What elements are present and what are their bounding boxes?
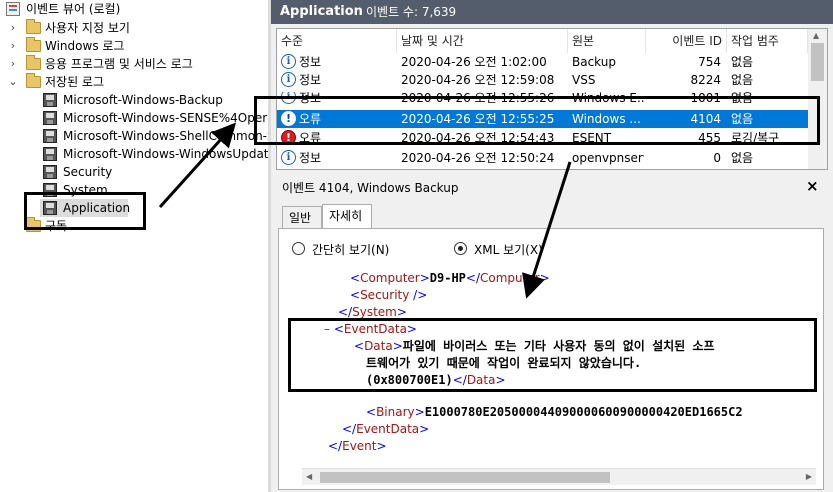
tree-item-saved-log[interactable]: Microsoft-Windows-WindowsUpdateC (0, 145, 268, 163)
scroll-right-icon[interactable]: ▶ (806, 472, 812, 481)
scroll-up-icon[interactable]: ▲ (813, 31, 819, 40)
tree-item-saved-log[interactable]: Microsoft-Windows-ShellCommon-St (0, 127, 268, 145)
folder-open-icon (26, 73, 41, 88)
event-row[interactable]: i 정보 2020-04-26 오전 12:59:08 VSS 8224 없음 (277, 71, 808, 89)
radio-friendly-label: 간단히 보기(N) (312, 243, 390, 257)
log-file-icon (43, 147, 57, 161)
column-header-level[interactable]: 수준 (277, 29, 397, 53)
tree-item-saved-log[interactable]: Microsoft-Windows-Backup (0, 91, 268, 109)
event-viewer-icon (6, 2, 20, 16)
scroll-left-icon[interactable]: ◀ (306, 472, 312, 481)
tree-item-custom-views[interactable]: › 사용자 지정 보기 (0, 19, 268, 37)
radio-friendly-view[interactable] (292, 242, 305, 255)
folder-icon (26, 19, 41, 34)
info-icon: i (281, 72, 296, 87)
column-header-task-category[interactable]: 작업 범주 (727, 29, 808, 53)
column-header-event-id[interactable]: 이벤트 ID (646, 29, 727, 53)
xml-security-line: <Security /> (350, 288, 428, 302)
xml-event-close: </Event> (328, 439, 387, 453)
chevron-right-icon[interactable]: › (8, 55, 18, 73)
tree-item-app-service-logs[interactable]: › 응용 프로그램 및 서비스 로그 (0, 55, 268, 73)
info-icon: i (281, 150, 296, 165)
list-scroll-thumb[interactable] (811, 43, 824, 81)
event-row[interactable]: i 정보 2020-04-26 오전 1:02:00 Backup 754 없음 (277, 53, 808, 71)
chevron-right-icon[interactable]: › (8, 37, 18, 55)
chevron-right-icon[interactable]: › (8, 19, 18, 37)
tree-item-saved-log[interactable]: Security (0, 163, 268, 181)
event-tree-pane: 이벤트 뷰어 (로컬) › 사용자 지정 보기 › Windows 로그 › 응… (0, 0, 268, 492)
log-file-icon (43, 165, 57, 179)
radio-xml-label: XML 보기(X) (474, 243, 543, 257)
column-header-datetime[interactable]: 날짜 및 시간 (397, 29, 568, 53)
chevron-down-icon[interactable]: ⌄ (8, 73, 18, 91)
tree-root[interactable]: 이벤트 뷰어 (로컬) (0, 0, 268, 18)
xml-horizontal-scrollbar[interactable]: ◀ ▶ (302, 468, 816, 485)
tree-item-saved-logs[interactable]: ⌄ 저장된 로그 (0, 73, 268, 91)
tab-details[interactable]: 자세히 (322, 204, 372, 228)
column-header-source[interactable]: 원본 (568, 29, 646, 53)
highlight-box-error-row (254, 96, 820, 145)
highlight-box-eventdata (288, 318, 817, 392)
event-detail-header: 이벤트 4104, Windows Backup × (276, 177, 828, 197)
event-detail-title: 이벤트 4104, Windows Backup (282, 181, 459, 195)
folder-icon (26, 55, 41, 70)
tree-item-saved-log[interactable]: Microsoft-Windows-SENSE%4Operati (0, 109, 268, 127)
tab-general[interactable]: 일반 (282, 206, 322, 228)
xml-scroll-thumb[interactable] (320, 472, 610, 483)
log-file-icon (43, 93, 57, 107)
xml-binary-line: <Binary>E1000780E20500004409000060090000… (366, 405, 743, 419)
tree-item-windows-logs[interactable]: › Windows 로그 (0, 37, 268, 55)
log-title: Application (280, 4, 363, 19)
xml-eventdata-close: </EventData> (342, 422, 430, 436)
xml-computer-line: <Computer>D9-HP</Computer> (350, 271, 550, 285)
event-row[interactable]: i 정보 2020-04-26 오전 12:50:24 openvpnserv … (277, 149, 808, 167)
log-file-icon (43, 129, 57, 143)
info-icon: i (281, 54, 296, 69)
close-icon[interactable]: × (806, 177, 819, 195)
log-file-icon (43, 111, 57, 125)
folder-icon (26, 37, 41, 52)
radio-xml-view[interactable] (454, 242, 467, 255)
highlight-box-application (24, 192, 146, 230)
log-header-bar: Application 이벤트 수: 7,639 (271, 0, 833, 24)
event-count: 이벤트 수: 7,639 (366, 5, 457, 19)
